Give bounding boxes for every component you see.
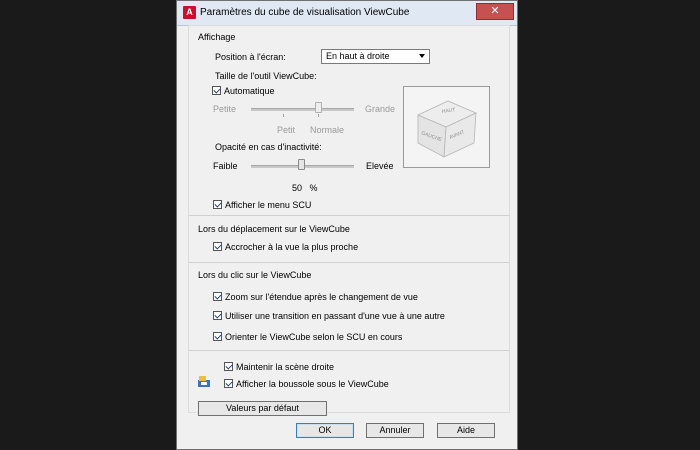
show-compass-checkbox[interactable] bbox=[224, 379, 233, 388]
section-title-display: Affichage bbox=[198, 32, 236, 42]
cancel-button[interactable]: Annuler bbox=[366, 423, 424, 438]
transition-checkbox[interactable] bbox=[213, 311, 222, 320]
transition-label: Utiliser une transition en passant d'une… bbox=[225, 311, 445, 321]
zoom-checkbox[interactable] bbox=[213, 292, 222, 301]
close-icon: ✕ bbox=[490, 5, 500, 17]
opacity-number: 50 bbox=[292, 183, 303, 193]
show-compass-row[interactable]: Afficher la boussole sous le ViewCube bbox=[224, 379, 389, 389]
divider bbox=[189, 215, 509, 216]
opacity-max-label: Elevée bbox=[366, 161, 394, 171]
section-title-drag: Lors du déplacement sur le ViewCube bbox=[198, 224, 350, 234]
orient-label: Orienter le ViewCube selon le SCU en cou… bbox=[225, 332, 403, 342]
defaults-button[interactable]: Valeurs par défaut bbox=[198, 401, 327, 416]
settings-panel: Affichage Position à l'écran: En haut à … bbox=[188, 25, 510, 413]
zoom-row[interactable]: Zoom sur l'étendue après le changement d… bbox=[213, 292, 418, 302]
opacity-value: 50 % bbox=[292, 183, 318, 193]
keep-upright-label: Maintenir la scène droite bbox=[236, 362, 335, 372]
divider bbox=[189, 350, 509, 351]
opacity-slider-thumb[interactable] bbox=[298, 159, 305, 170]
size-tick-small bbox=[283, 114, 284, 117]
zoom-label: Zoom sur l'étendue après le changement d… bbox=[225, 292, 418, 302]
position-dropdown[interactable]: En haut à droite bbox=[321, 49, 430, 64]
show-ucs-menu-row[interactable]: Afficher le menu SCU bbox=[213, 200, 311, 210]
size-slider-track[interactable] bbox=[251, 108, 354, 111]
show-ucs-menu-checkbox[interactable] bbox=[213, 200, 222, 209]
size-slider-thumb[interactable] bbox=[315, 102, 322, 113]
keep-upright-checkbox[interactable] bbox=[224, 362, 233, 371]
viewcube-settings-dialog: A Paramètres du cube de visualisation Vi… bbox=[176, 0, 518, 450]
opacity-unit: % bbox=[309, 183, 318, 193]
divider bbox=[189, 262, 509, 263]
help-button[interactable]: Aide bbox=[437, 423, 495, 438]
chevron-down-icon bbox=[419, 54, 425, 58]
snap-label: Accrocher à la vue la plus proche bbox=[225, 242, 359, 252]
autocad-app-icon: A bbox=[183, 6, 196, 19]
compass-icon bbox=[198, 376, 210, 387]
viewcube-preview: HAUT GAUCHE AVANT bbox=[403, 86, 490, 168]
opacity-min-label: Faible bbox=[213, 161, 238, 171]
size-tick-normal-label: Normale bbox=[310, 125, 345, 135]
title-bar[interactable]: A Paramètres du cube de visualisation Vi… bbox=[177, 1, 517, 26]
transition-row[interactable]: Utiliser une transition en passant d'une… bbox=[213, 311, 445, 321]
snap-row[interactable]: Accrocher à la vue la plus proche bbox=[213, 242, 358, 252]
show-compass-label: Afficher la boussole sous le ViewCube bbox=[236, 379, 389, 389]
orient-checkbox[interactable] bbox=[213, 332, 222, 341]
size-tick-normal bbox=[318, 114, 319, 117]
window-title: Paramètres du cube de visualisation View… bbox=[200, 7, 410, 18]
size-min-label: Petite bbox=[213, 104, 237, 114]
viewcube-preview-icon: HAUT GAUCHE AVANT bbox=[417, 100, 477, 158]
snap-checkbox[interactable] bbox=[213, 242, 222, 251]
keep-upright-row[interactable]: Maintenir la scène droite bbox=[224, 362, 334, 372]
ok-button[interactable]: OK bbox=[296, 423, 354, 438]
close-button[interactable]: ✕ bbox=[476, 3, 514, 20]
orient-row[interactable]: Orienter le ViewCube selon le SCU en cou… bbox=[213, 332, 402, 342]
automatic-checkbox[interactable] bbox=[212, 86, 221, 95]
automatic-label: Automatique bbox=[224, 86, 275, 96]
opacity-label: Opacité en cas d'inactivité: bbox=[215, 142, 322, 152]
show-ucs-menu-label: Afficher le menu SCU bbox=[225, 200, 312, 210]
position-dropdown-value: En haut à droite bbox=[326, 51, 390, 61]
size-label: Taille de l'outil ViewCube: bbox=[215, 71, 317, 81]
size-max-label: Grande bbox=[365, 104, 396, 114]
position-label: Position à l'écran: bbox=[215, 52, 286, 62]
size-tick-small-label: Petit bbox=[277, 125, 296, 135]
section-title-click: Lors du clic sur le ViewCube bbox=[198, 270, 312, 280]
automatic-checkbox-row[interactable]: Automatique bbox=[212, 86, 275, 96]
